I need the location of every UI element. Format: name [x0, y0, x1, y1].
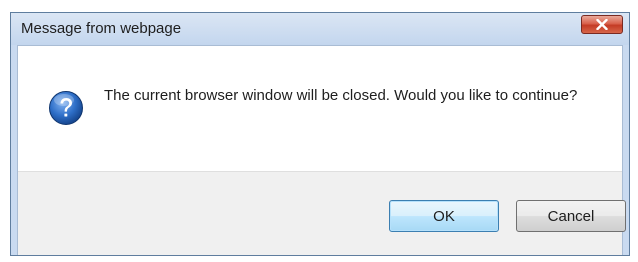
- close-icon: [596, 19, 608, 30]
- dialog-title: Message from webpage: [21, 20, 182, 37]
- cancel-button[interactable]: Cancel: [516, 200, 626, 232]
- close-button[interactable]: [581, 15, 623, 34]
- button-bar: OK Cancel: [18, 171, 626, 255]
- dialog-client-area: The current browser window will be close…: [17, 45, 626, 255]
- message-text: The current browser window will be close…: [104, 87, 578, 104]
- title-bar[interactable]: Message from webpage: [11, 13, 629, 45]
- message-dialog: Message from webpage The current browser…: [10, 12, 630, 256]
- ok-button[interactable]: OK: [389, 200, 499, 232]
- question-icon: [49, 91, 83, 125]
- message-area: The current browser window will be close…: [18, 46, 622, 171]
